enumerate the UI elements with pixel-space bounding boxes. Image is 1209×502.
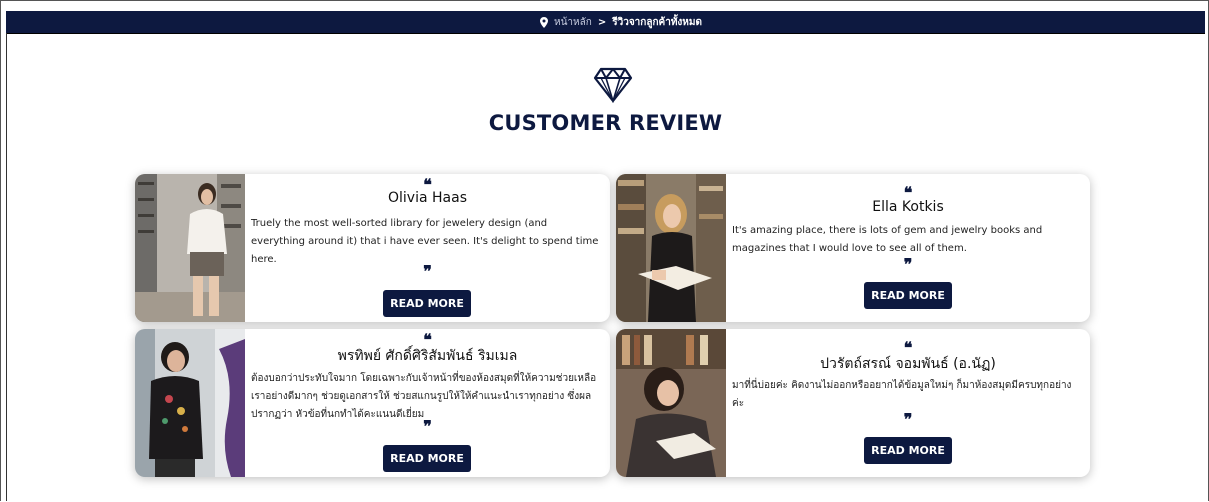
breadcrumb-home-link[interactable]: หน้าหลัก [554, 15, 592, 30]
quote-close-icon: ❞ [423, 262, 432, 281]
quote-close-icon: ❞ [423, 417, 432, 436]
review-body: ❝ พรทิพย์ ศักดิ์ศิริสัมพันธ์ ริมเมล ต้อง… [245, 329, 610, 477]
quote-open-icon: ❝ [903, 183, 913, 202]
diamond-icon [593, 67, 633, 103]
review-text: Truely the most well-sorted library for … [251, 218, 599, 265]
quote-close-icon: ❞ [903, 255, 913, 274]
reviewer-name: พรทิพย์ ศักดิ์ศิริสัมพันธ์ ริมเมล [337, 348, 518, 364]
read-more-button[interactable]: READ MORE [383, 290, 471, 317]
reviewer-photo [135, 329, 245, 477]
review-card-pawarat: ❝ ปวรัตถ์สรณ์ จอมพันธ์ (อ.นัฏ) มาที่นี่บ… [616, 329, 1090, 477]
review-body: ❝ Ella Kotkis It's amazing place, there … [726, 174, 1090, 322]
review-text: มาที่นี่บ่อยค่ะ คิดงานไม่ออกหรืออยากได้ข… [732, 380, 1072, 409]
reviewer-name: ปวรัตถ์สรณ์ จอมพันธ์ (อ.นัฏ) [820, 356, 996, 372]
location-pin-icon [540, 16, 548, 28]
breadcrumb: หน้าหลัก > รีวิวจากลูกค้าทั้งหมด [540, 14, 702, 30]
breadcrumb-bar: หน้าหลัก > รีวิวจากลูกค้าทั้งหมด [6, 11, 1205, 34]
review-card-porntip: ❝ พรทิพย์ ศักดิ์ศิริสัมพันธ์ ริมเมล ต้อง… [135, 329, 610, 477]
review-card-olivia-haas: ❝ Olivia Haas Truely the most well-sorte… [135, 174, 610, 322]
reviewer-photo [135, 174, 245, 322]
breadcrumb-separator: > [597, 16, 607, 28]
reviewer-photo [616, 329, 726, 477]
page-frame: หน้าหลัก > รีวิวจากลูกค้าทั้งหมด CUSTOME… [0, 0, 1209, 501]
review-text: It's amazing place, there is lots of gem… [732, 225, 1043, 254]
review-card-ella-kotkis: ❝ Ella Kotkis It's amazing place, there … [616, 174, 1090, 322]
left-border [6, 33, 7, 501]
breadcrumb-current: รีวิวจากลูกค้าทั้งหมด [612, 16, 702, 28]
read-more-button[interactable]: READ MORE [383, 445, 471, 472]
review-body: ❝ ปวรัตถ์สรณ์ จอมพันธ์ (อ.นัฏ) มาที่นี่บ… [726, 329, 1090, 477]
review-text: ต้องบอกว่าประทับใจมาก โดยเฉพาะกับเจ้าหน้… [251, 373, 597, 420]
reviewer-name: Ella Kotkis [872, 199, 944, 215]
review-body: ❝ Olivia Haas Truely the most well-sorte… [245, 174, 610, 322]
page-title: CUSTOMER REVIEW [488, 111, 723, 135]
reviewer-name: Olivia Haas [388, 190, 467, 206]
reviewer-photo [616, 174, 726, 322]
read-more-button[interactable]: READ MORE [864, 282, 952, 309]
quote-close-icon: ❞ [903, 410, 913, 429]
read-more-button[interactable]: READ MORE [864, 437, 952, 464]
